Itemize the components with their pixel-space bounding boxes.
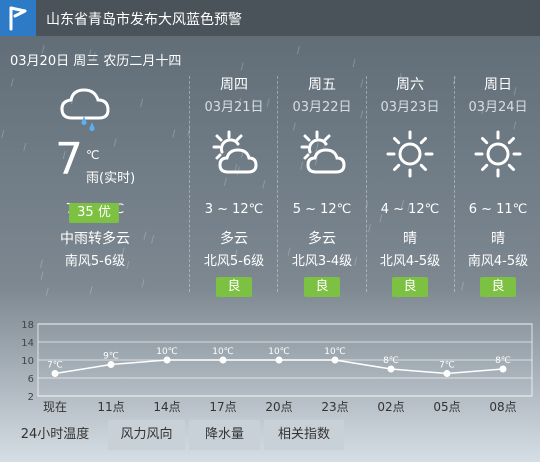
cloud-rain-icon xyxy=(60,88,110,131)
x-tick-label: 14点 xyxy=(153,400,180,414)
current-temp: 7 xyxy=(55,134,83,185)
temperature-point xyxy=(163,356,171,364)
forecast-wind: 北风5-6级 xyxy=(203,254,265,269)
aqi-badge[interactable]: 35 优 xyxy=(69,203,119,223)
forecast-wind: 南风4-5级 xyxy=(467,254,529,269)
forecast-aqi-badge[interactable]: 良 xyxy=(216,277,252,297)
flag-icon xyxy=(0,0,36,36)
x-tick-label: 05点 xyxy=(433,400,460,414)
tab-indices[interactable]: 相关指数 xyxy=(264,420,344,450)
forecast-wind: 北风4-5级 xyxy=(379,254,441,269)
forecast-aqi-badge[interactable]: 良 xyxy=(392,277,428,297)
temperature-chart: 18 14 10 6 2 7℃ 现在 9℃ 11点 10℃ 14点 10℃ 17点 10℃ 20点 10℃ 23… xyxy=(21,320,533,414)
forecast-range: 6 ~ 11℃ xyxy=(468,202,528,217)
forecast-cond: 多云 xyxy=(220,231,248,247)
temperature-point xyxy=(275,356,283,364)
rain-streak xyxy=(40,271,44,280)
rain-streak xyxy=(172,129,176,138)
forecast-range: 3 ~ 12℃ xyxy=(204,202,264,217)
rain-streak xyxy=(151,235,155,244)
forecast-range: 5 ~ 12℃ xyxy=(292,202,352,217)
rain-streak xyxy=(262,180,266,189)
forecast-day-name: 周四 xyxy=(220,77,248,93)
rain-streak xyxy=(10,78,14,87)
rain-streak xyxy=(113,138,117,147)
forecast-day-name: 周五 xyxy=(308,77,336,93)
rain-streak xyxy=(296,45,300,55)
partly-cloudy-icon xyxy=(208,128,260,180)
x-tick-label: 02点 xyxy=(377,400,404,414)
forecast-date: 03月22日 xyxy=(292,100,352,115)
rain-streak xyxy=(352,59,356,68)
rain-streak xyxy=(89,286,93,295)
aqi-label: 优 xyxy=(97,205,111,220)
temperature-point xyxy=(499,365,507,373)
point-label: 10℃ xyxy=(268,347,290,357)
y-tick-label: 2 xyxy=(28,392,34,403)
forecast-range: 4 ~ 12℃ xyxy=(380,202,440,217)
point-label: 8℃ xyxy=(495,356,511,366)
y-tick-label: 18 xyxy=(21,320,34,331)
rain-streak xyxy=(45,287,49,296)
x-tick-label: 17点 xyxy=(209,400,236,414)
sun-icon xyxy=(472,128,524,180)
y-tick-label: 10 xyxy=(21,356,34,367)
partly-cloudy-icon xyxy=(296,128,348,180)
x-tick-label: 11点 xyxy=(97,400,124,414)
today-wind: 南风5-6级 xyxy=(64,254,126,269)
rain-streak xyxy=(140,99,144,108)
tab-precipitation[interactable]: 降水量 xyxy=(189,420,260,450)
tab-wind[interactable]: 风力风向 xyxy=(108,420,185,450)
aqi-value: 35 xyxy=(77,205,94,220)
alert-text: 山东省青岛市发布大风蓝色预警 xyxy=(46,12,242,28)
rain-streak xyxy=(461,281,465,291)
forecast-date: 03月24日 xyxy=(468,100,528,115)
forecast-cond: 晴 xyxy=(491,231,505,247)
temperature-point xyxy=(51,370,59,377)
point-label: 9℃ xyxy=(103,352,119,362)
x-tick-label: 23点 xyxy=(321,400,348,414)
rain-streak xyxy=(240,62,244,71)
weather-widget: 山东省青岛市发布大风蓝色预警 03月20日 周三 农历二月十四 7 ℃ 雨(实时… xyxy=(0,0,540,462)
forecast-date: 03月23日 xyxy=(380,100,440,115)
point-label: 10℃ xyxy=(324,347,346,357)
temperature-point xyxy=(331,356,339,364)
forecast-aqi-badge[interactable]: 良 xyxy=(480,277,516,297)
forecast-aqi-badge[interactable]: 良 xyxy=(304,277,340,297)
forecast-day-name: 周六 xyxy=(396,77,424,93)
rain-streak xyxy=(141,278,145,288)
x-tick-label: 20点 xyxy=(265,400,292,414)
today-cond: 中雨转多云 xyxy=(60,231,130,247)
chart-tabs: 24小时温度 风力风向 降水量 相关指数 xyxy=(0,420,540,462)
point-label: 10℃ xyxy=(156,347,178,357)
rain-streak xyxy=(1,129,5,139)
y-tick-label: 6 xyxy=(28,374,34,385)
forecast-cond: 多云 xyxy=(308,231,336,247)
temperature-point xyxy=(443,370,451,377)
point-label: 8℃ xyxy=(383,356,399,366)
sun-icon xyxy=(384,128,436,180)
y-tick-label: 14 xyxy=(21,338,34,349)
x-tick-label: 现在 xyxy=(43,400,67,414)
rain-streak xyxy=(23,142,27,152)
forecast-cond: 晴 xyxy=(403,231,417,247)
temp-unit: ℃ xyxy=(86,148,100,162)
temperature-point xyxy=(387,365,395,373)
x-tick-label: 08点 xyxy=(489,400,516,414)
current-desc: 雨(实时) xyxy=(86,171,136,186)
point-label: 10℃ xyxy=(212,347,234,357)
temperature-point xyxy=(107,361,115,368)
forecast-wind: 北风3-4级 xyxy=(291,254,353,269)
tab-temperature[interactable]: 24小时温度 xyxy=(12,420,98,450)
point-label: 7℃ xyxy=(47,361,63,371)
date-line: 03月20日 周三 农历二月十四 xyxy=(10,54,182,69)
temperature-point xyxy=(219,356,227,364)
forecast-day-name: 周日 xyxy=(484,77,512,93)
forecast-date: 03月21日 xyxy=(204,100,264,115)
alert-bar[interactable]: 山东省青岛市发布大风蓝色预警 xyxy=(0,0,540,36)
point-label: 7℃ xyxy=(439,361,455,371)
